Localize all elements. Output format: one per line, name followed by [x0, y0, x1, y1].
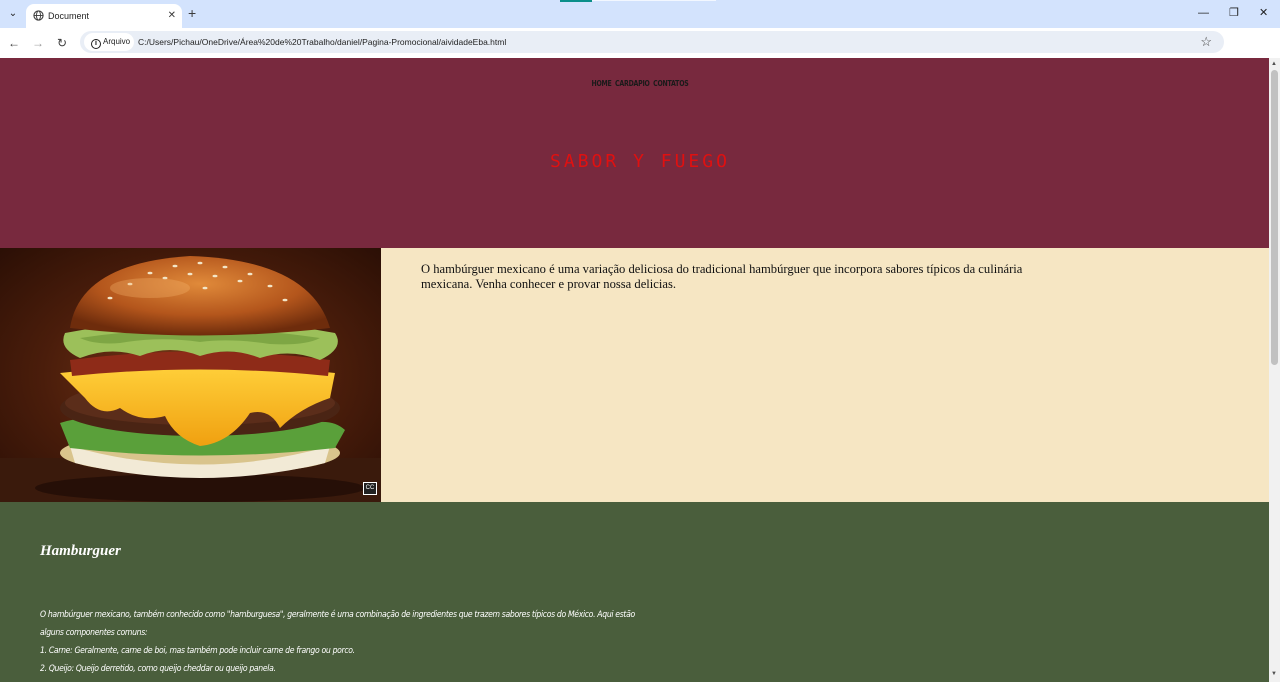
hero-description: O hambúrguer mexicano é uma variação del… [421, 262, 1023, 291]
nav-link-contatos[interactable]: CONTATOS [653, 79, 689, 88]
forward-button[interactable]: → [29, 34, 47, 52]
brand-title: SABOR Y FUEGO [550, 151, 730, 172]
address-bar[interactable]: i Arquivo C:/Users/Pichau/OneDrive/Área%… [80, 31, 1224, 53]
close-window-button[interactable]: ✕ [1259, 6, 1268, 20]
nav-link-home[interactable]: HOME [591, 79, 611, 88]
globe-icon [33, 10, 44, 21]
section-line: O hambúrguer mexicano, também conhecido … [40, 610, 635, 620]
page-viewport: HOME CARDAPIO CONTATOS SABOR Y FUEGO CC … [0, 58, 1269, 682]
burger-image: CC [0, 248, 381, 502]
section-title: Hamburguer [40, 543, 121, 559]
reload-button[interactable]: ↻ [53, 34, 71, 52]
hero-section: CC O hambúrguer mexicano é uma variação … [0, 248, 1269, 502]
minimize-button[interactable]: — [1198, 6, 1209, 20]
browser-toolbar: ← → ↻ i Arquivo C:/Users/Pichau/OneDrive… [0, 28, 1280, 77]
page-scrollbar[interactable]: ▲ ▼ [1269, 58, 1280, 682]
scroll-thumb[interactable] [1271, 70, 1278, 365]
site-nav: HOME CARDAPIO CONTATOS [141, 79, 1139, 89]
nav-link-cardapio[interactable]: CARDAPIO [615, 79, 650, 88]
tab-group-accent-light [592, 0, 716, 1]
back-button[interactable]: ← [5, 34, 23, 52]
site-header: HOME CARDAPIO CONTATOS SABOR Y FUEGO [0, 58, 1269, 248]
cc-badge-icon: CC [363, 482, 377, 495]
section-body: O hambúrguer mexicano, também conhecido … [40, 606, 728, 678]
bookmark-star-icon[interactable]: ☆ [1200, 34, 1212, 50]
tab-search-button[interactable]: ⌄ [4, 5, 22, 23]
tab-group-accent [560, 0, 592, 2]
scroll-up-arrow-icon[interactable]: ▲ [1271, 60, 1277, 68]
info-icon: i [91, 39, 101, 49]
scroll-down-arrow-icon[interactable]: ▼ [1271, 670, 1277, 678]
tab-strip: ⌄ Document ✕ + — ❐ ✕ [0, 0, 1280, 28]
tab-document[interactable]: Document ✕ [26, 4, 182, 28]
restore-button[interactable]: ❐ [1229, 6, 1239, 20]
section-line: alguns componentes comuns: [40, 628, 148, 638]
new-tab-button[interactable]: + [188, 5, 196, 21]
close-tab-icon[interactable]: ✕ [168, 9, 176, 23]
section-line: 1. Carne: Geralmente, carne de boi, mas … [40, 646, 355, 656]
tab-title: Document [48, 11, 90, 21]
url-text[interactable]: C:/Users/Pichau/OneDrive/Área%20de%20Tra… [138, 36, 506, 48]
section-line: 2. Queijo: Queijo derretido, como queijo… [40, 664, 276, 674]
site-info-chip[interactable]: i Arquivo [84, 33, 134, 51]
hamburguer-section: Hamburguer O hambúrguer mexicano, também… [0, 502, 1269, 682]
site-info-label: Arquivo [103, 37, 131, 46]
burger-illustration [0, 256, 381, 502]
